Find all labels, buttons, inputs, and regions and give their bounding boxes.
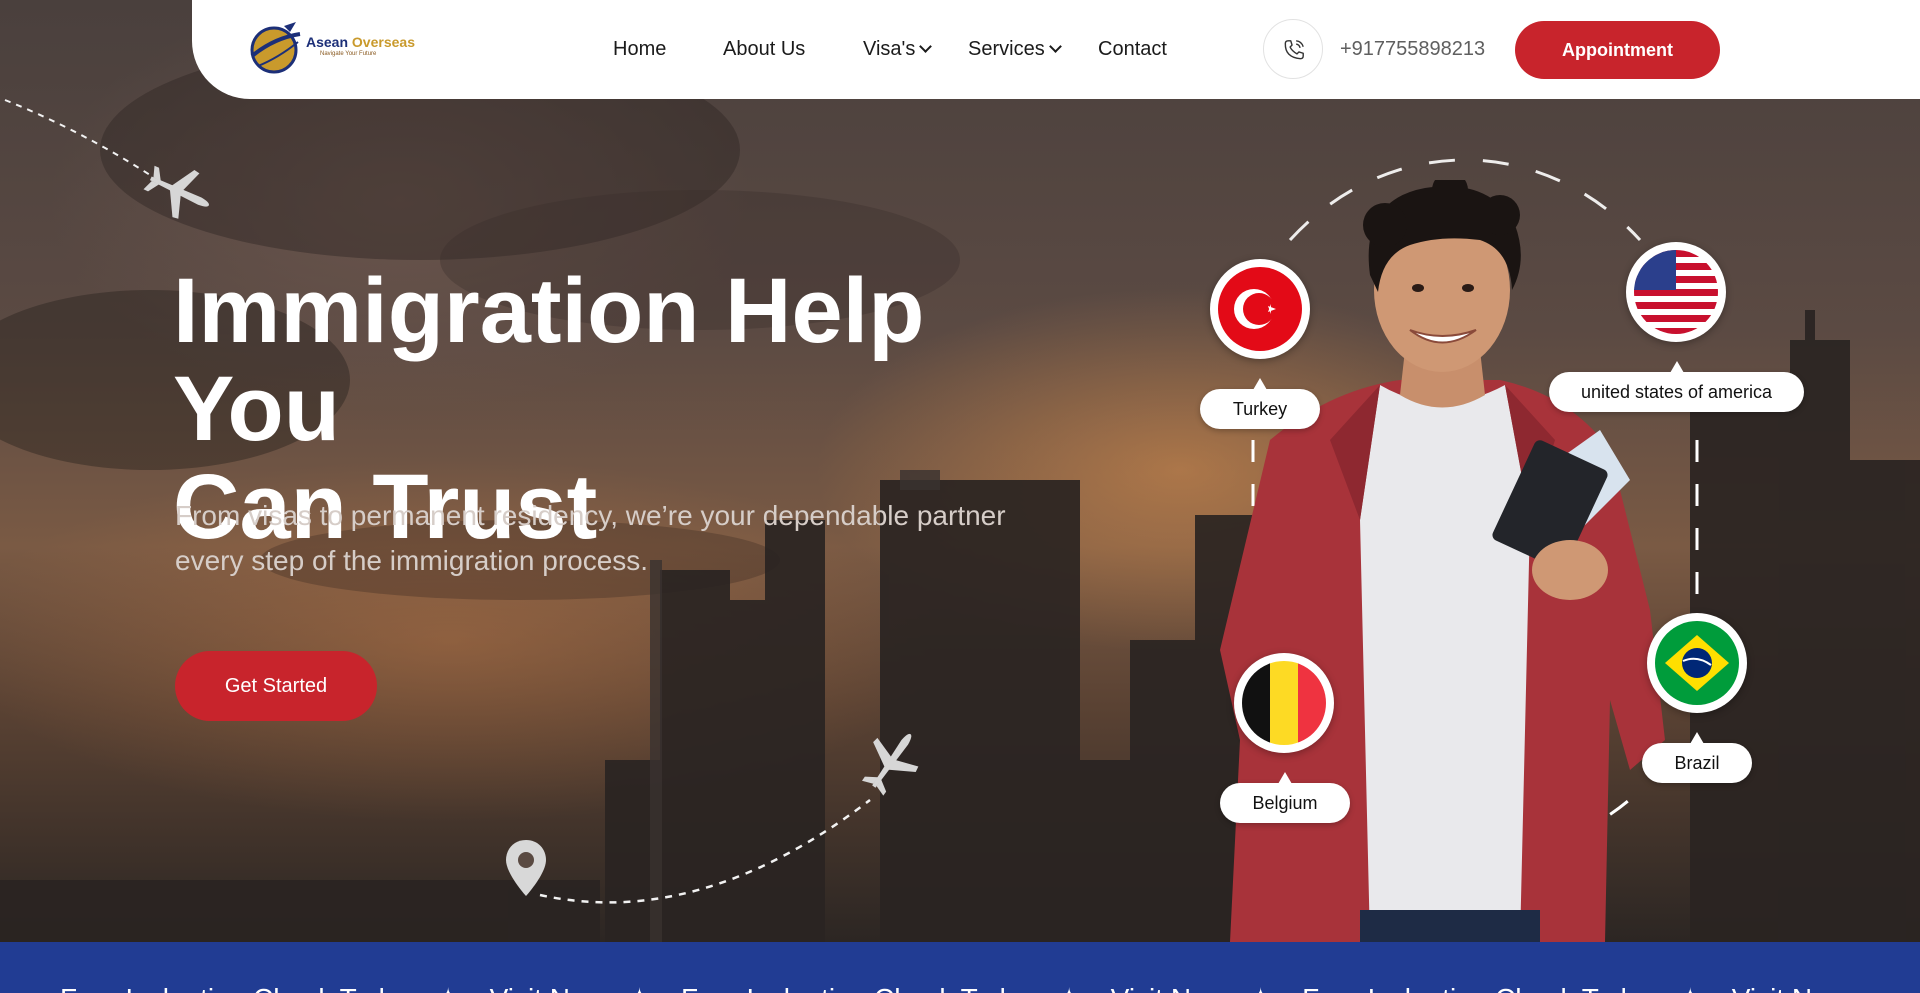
nav-home[interactable]: Home <box>613 38 666 61</box>
hero-subtitle-line1: From visas to permanent residency, we’re… <box>175 500 1006 531</box>
airplane-icon <box>861 733 919 796</box>
brazil-flag-icon[interactable] <box>1647 613 1747 713</box>
country-label-brazil[interactable]: Brazil <box>1642 732 1752 783</box>
hero-subtitle-line2: every step of the immigration process. <box>175 545 649 576</box>
brand-tagline: Navigate Your Future <box>320 51 377 57</box>
promo-ticker: Free Ivaluation Check Today✦ Visit Now✦ … <box>0 942 1920 993</box>
globe-logo-icon <box>250 22 301 74</box>
ticker-item[interactable]: Visit Now <box>1732 983 1848 993</box>
country-label-belgium[interactable]: Belgium <box>1220 772 1350 823</box>
ticker-item[interactable]: Free Ivaluation Check Today <box>1302 983 1656 993</box>
hero-subtitle: From visas to permanent residency, we’re… <box>175 493 1025 583</box>
ticker-track: Free Ivaluation Check Today✦ Visit Now✦ … <box>60 982 1870 993</box>
belgium-flag-icon[interactable] <box>1234 653 1334 753</box>
nav-home-label: Home <box>613 38 667 60</box>
ticker-item[interactable]: Free Ivaluation Check Today <box>60 983 414 993</box>
nav-about-us[interactable]: About Us <box>723 38 805 61</box>
phone-icon <box>1284 40 1304 60</box>
hero-title-line1: Immigration Help You <box>173 260 925 460</box>
site-header: Asean Overseas Navigate Your Future Home… <box>192 0 1920 99</box>
ticker-item[interactable]: Visit Now <box>490 983 606 993</box>
location-pin-icon <box>506 840 546 896</box>
turkey-flag-icon[interactable] <box>1210 259 1310 359</box>
nav-visas[interactable]: Visa's <box>863 38 933 61</box>
phone-number-link[interactable]: +917755898213 <box>1340 38 1485 61</box>
get-started-button[interactable]: Get Started <box>175 651 377 721</box>
country-label-turkey[interactable]: Turkey <box>1200 378 1320 429</box>
nav-contact[interactable]: Contact <box>1098 38 1167 61</box>
ticker-item[interactable]: Free Ivaluation Check Today <box>681 983 1035 993</box>
brand-logo[interactable]: Asean Overseas Navigate Your Future <box>244 20 415 78</box>
nav-visas-label: Visa's <box>863 38 916 60</box>
chevron-down-icon <box>919 40 933 53</box>
chevron-down-icon <box>1048 40 1062 53</box>
nav-services[interactable]: Services <box>968 38 1062 61</box>
brand-name: Asean Overseas <box>306 34 415 50</box>
nav-about-us-label: About Us <box>723 38 806 60</box>
country-label-usa[interactable]: united states of america <box>1549 361 1804 412</box>
usa-flag-icon[interactable] <box>1626 242 1726 342</box>
appointment-button[interactable]: Appointment <box>1515 21 1720 79</box>
ticker-item[interactable]: Visit Now <box>1111 983 1227 993</box>
nav-services-label: Services <box>968 38 1045 60</box>
airplane-icon <box>143 165 209 219</box>
phone-button[interactable] <box>1263 19 1323 79</box>
nav-contact-label: Contact <box>1098 38 1167 60</box>
